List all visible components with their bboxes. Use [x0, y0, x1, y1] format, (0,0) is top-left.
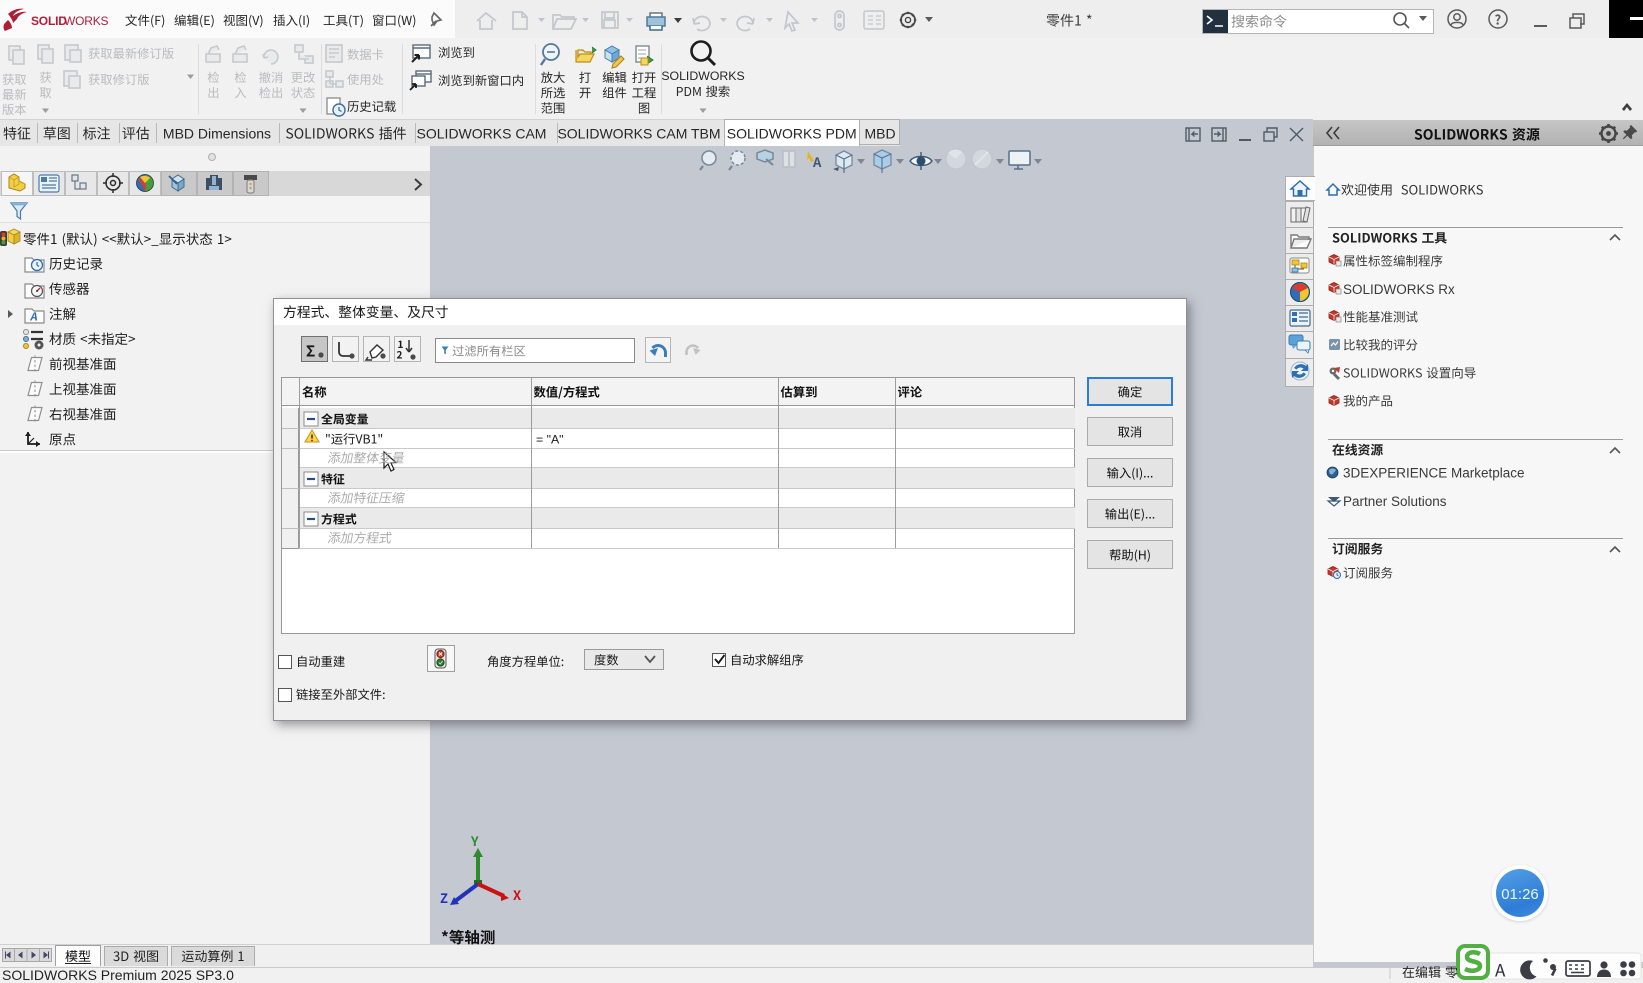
svg-text:01:26: 01:26 — [1501, 886, 1539, 903]
svg-text:SOLIDWORKS CAM: SOLIDWORKS CAM — [417, 126, 547, 142]
svg-text:MBD: MBD — [864, 126, 895, 142]
svg-text:MBD Dimensions: MBD Dimensions — [163, 126, 271, 142]
svg-text:Partner Solutions: Partner Solutions — [1343, 494, 1447, 509]
svg-text:SOLIDWORKS: SOLIDWORKS — [661, 69, 744, 83]
svg-text:SOLIDWORKS Rx: SOLIDWORKS Rx — [1343, 282, 1455, 297]
svg-text:SOLIDWORKS Premium 2025 SP3.0: SOLIDWORKS Premium 2025 SP3.0 — [2, 967, 234, 983]
svg-text:SOLIDWORKS CAM TBM: SOLIDWORKS CAM TBM — [557, 126, 720, 142]
svg-text:3DEXPERIENCE Marketplace: 3DEXPERIENCE Marketplace — [1343, 466, 1525, 481]
svg-text:= "A": = "A" — [536, 433, 564, 447]
svg-text:SOLIDWORKS PDM: SOLIDWORKS PDM — [727, 126, 857, 142]
